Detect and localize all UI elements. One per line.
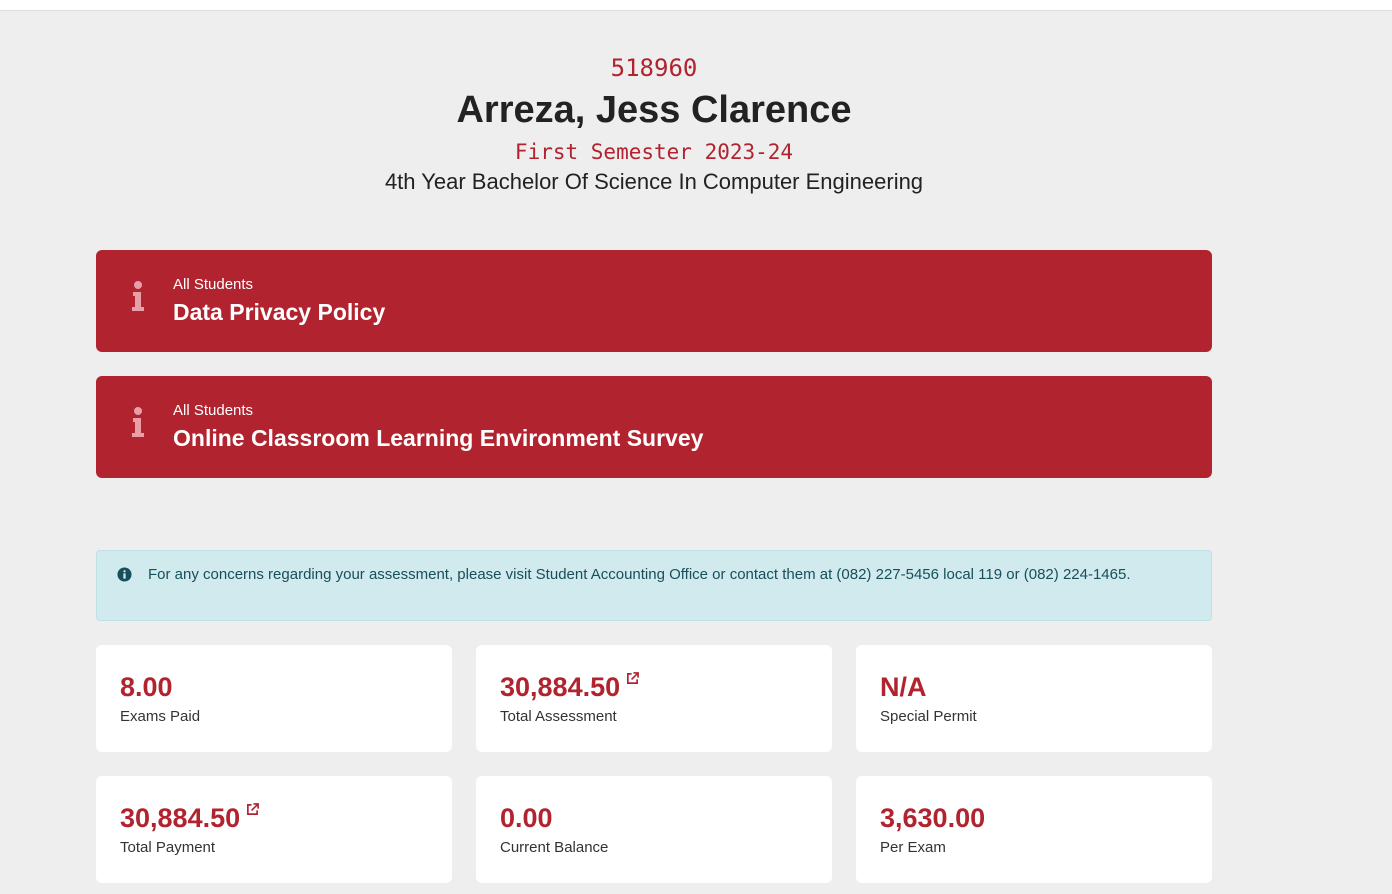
stat-value: 30,884.50: [120, 801, 260, 835]
announcement-title[interactable]: Data Privacy Policy: [173, 297, 385, 327]
student-id: 518960: [610, 54, 698, 82]
info-circle-icon: [117, 567, 132, 582]
stat-value: 8.00: [120, 672, 173, 702]
stat-value: 30,884.50: [500, 670, 640, 704]
stat-label: Total Assessment: [500, 708, 617, 725]
stat-label: Special Permit: [880, 708, 977, 725]
announcement-survey[interactable]: All Students Online Classroom Learning E…: [96, 376, 1212, 478]
student-header: 518960 Arreza, Jess Clarence First Semes…: [96, 52, 1212, 197]
info-icon: [132, 407, 144, 437]
stat-card-total-assessment: 30,884.50 Total Assessment: [476, 645, 832, 752]
notice-text: For any concerns regarding your assessme…: [148, 566, 1131, 583]
stat-card-total-payment: 30,884.50 Total Payment: [96, 776, 452, 883]
stat-card-exams-paid: 8.00 Exams Paid: [96, 645, 452, 752]
student-name: Arreza, Jess Clarence: [456, 89, 852, 131]
assessment-notice: For any concerns regarding your assessme…: [96, 550, 1212, 621]
stat-card-current-balance: 0.00 Current Balance: [476, 776, 832, 883]
announcement-audience: All Students: [173, 276, 254, 293]
announcement-audience: All Students: [173, 402, 254, 419]
announcement-data-privacy-policy[interactable]: All Students Data Privacy Policy: [96, 250, 1212, 352]
semester-label: First Semester 2023-24: [514, 140, 794, 164]
external-link-icon[interactable]: [246, 803, 260, 816]
stat-label: Per Exam: [880, 839, 946, 856]
stat-value: 0.00: [500, 803, 553, 833]
stat-value: 3,630.00: [880, 803, 986, 833]
stat-label: Total Payment: [120, 839, 216, 856]
stat-value: N/A: [880, 672, 927, 702]
info-icon: [132, 281, 144, 311]
stat-label: Current Balance: [500, 839, 609, 856]
stat-card-per-exam: 3,630.00 Per Exam: [856, 776, 1212, 883]
program-label: 4th Year Bachelor Of Science In Computer…: [384, 169, 924, 194]
external-link-icon[interactable]: [626, 672, 640, 685]
announcement-title[interactable]: Online Classroom Learning Environment Su…: [173, 423, 703, 453]
stat-label: Exams Paid: [120, 708, 201, 725]
top-navbar: [0, 0, 1392, 11]
stat-card-special-permit: N/A Special Permit: [856, 645, 1212, 752]
